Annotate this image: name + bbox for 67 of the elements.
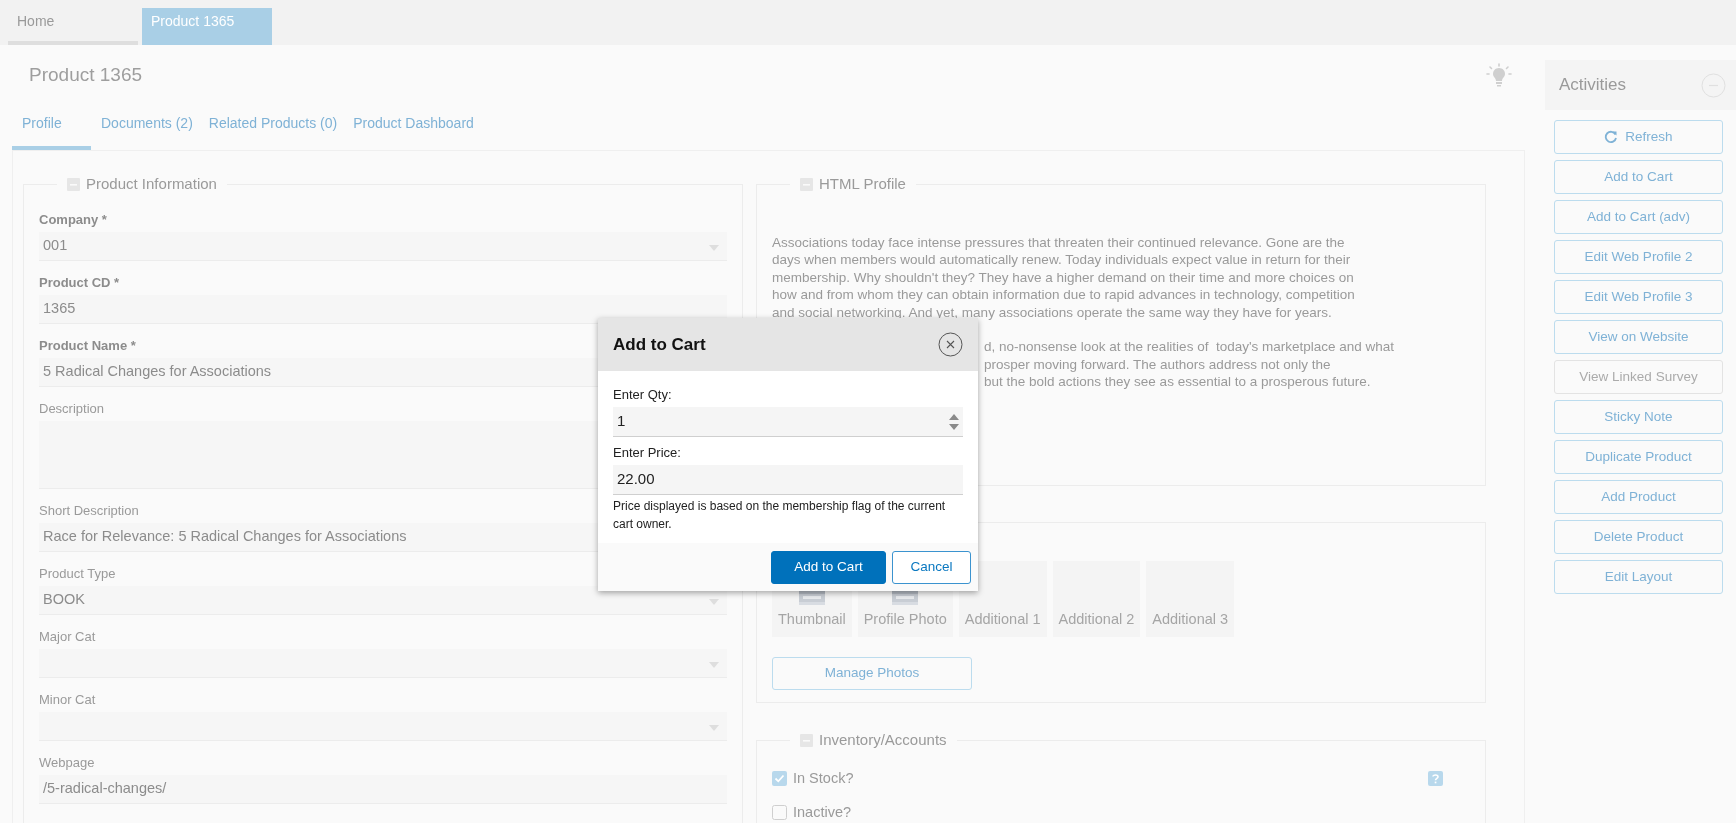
help-icon[interactable]: [1428, 771, 1443, 786]
tab[interactable]: Related Products (0): [200, 109, 346, 150]
select-field[interactable]: BOOK: [39, 585, 727, 615]
tab[interactable]: Profile: [12, 109, 91, 150]
refresh-icon: [1604, 130, 1619, 144]
field-label: Enter Qty:: [613, 386, 673, 404]
profile-text-line: prosper moving forward. The authors address not only the: [984, 355, 1331, 373]
cancel-button[interactable]: Cancel: [892, 550, 971, 584]
dropdown-caret-icon: [709, 724, 719, 731]
dialog-title: Add to Cart: [613, 333, 706, 356]
field-label: Company *: [39, 211, 107, 229]
top-tab[interactable]: Product 1365: [142, 8, 272, 45]
input-field[interactable]: 1365: [39, 294, 727, 324]
field-label: Major Cat: [39, 628, 96, 646]
photo-tile[interactable]: Additional 2: [1052, 561, 1141, 637]
add-to-cart-button[interactable]: Add to Cart: [771, 550, 886, 584]
field-label: Product Type: [39, 565, 116, 583]
manage-photos-button[interactable]: Manage Photos: [772, 657, 972, 690]
activity-button[interactable]: Delete Product: [1554, 520, 1723, 554]
tab[interactable]: Documents (2): [93, 109, 201, 150]
activity-button[interactable]: Edit Layout: [1554, 560, 1723, 594]
activity-button[interactable]: Add to Cart (adv): [1554, 200, 1723, 234]
select-field[interactable]: 001: [39, 231, 727, 261]
field-label: Product Name *: [39, 337, 136, 355]
photo-tile[interactable]: Additional 3: [1146, 561, 1235, 637]
page-title: Product 1365: [29, 62, 143, 87]
dropdown-caret-icon: [709, 244, 719, 251]
profile-text-line: Associations today face intense pressures that threaten their continued relevance. Gone are the: [772, 233, 1345, 251]
field-label: Description: [39, 400, 105, 418]
input-field[interactable]: /5-radical-changes/: [39, 774, 727, 804]
checkbox-label: Inactive?: [793, 802, 852, 822]
profile-text-line: how and from whom they can obtain information due to rapid advances in technology, competition: [772, 286, 1355, 304]
input-field[interactable]: 22.00: [613, 465, 963, 495]
dropdown-caret-icon: [709, 598, 719, 605]
activities-header: Activities: [1545, 60, 1736, 110]
activity-button[interactable]: Add to Cart: [1554, 160, 1723, 194]
field-label: Product CD *: [39, 274, 120, 292]
photo-tile[interactable]: Additional 1: [958, 561, 1047, 637]
checkbox-label: In Stock?: [793, 768, 854, 788]
activity-button[interactable]: Duplicate Product: [1554, 440, 1723, 474]
spinner-icon[interactable]: [949, 413, 959, 430]
activity-button[interactable]: Add Product: [1554, 480, 1723, 514]
profile-text-line: days when members would automatically renew. Today individuals expect value in return for their: [772, 251, 1351, 269]
checkbox[interactable]: [772, 805, 787, 820]
field-label: Enter Price:: [613, 444, 682, 462]
close-icon[interactable]: [938, 332, 963, 357]
section-title: HTML Profile: [819, 174, 906, 194]
activity-button[interactable]: Edit Web Profile 2: [1554, 240, 1723, 274]
profile-text-line: d, no-nonsense look at the realities of today's marketplace and what: [984, 338, 1395, 356]
checkbox[interactable]: [772, 771, 787, 786]
profile-text-line: but the bold actions they see as essential to a prosperous future.: [984, 373, 1371, 391]
lightbulb-icon[interactable]: [1486, 63, 1512, 87]
activity-button[interactable]: Refresh: [1554, 120, 1723, 154]
activity-button[interactable]: Sticky Note: [1554, 400, 1723, 434]
activity-button[interactable]: View on Website: [1554, 320, 1723, 354]
field-label: Minor Cat: [39, 691, 96, 709]
select-field[interactable]: [39, 711, 727, 741]
dropdown-caret-icon: [709, 661, 719, 668]
field-label: Short Description: [39, 502, 139, 520]
select-field[interactable]: [39, 648, 727, 678]
profile-text-line: membership. Why shouldn't they? They have a higher demand on their time and more choices on: [772, 268, 1354, 286]
section-title: Inventory/Accounts: [819, 730, 947, 750]
activity-button[interactable]: Edit Web Profile 3: [1554, 280, 1723, 314]
section-title: Product Information: [86, 174, 217, 194]
number-field[interactable]: 1: [613, 407, 963, 437]
field-label: Webpage: [39, 754, 95, 772]
tab[interactable]: Product Dashboard: [345, 109, 482, 150]
